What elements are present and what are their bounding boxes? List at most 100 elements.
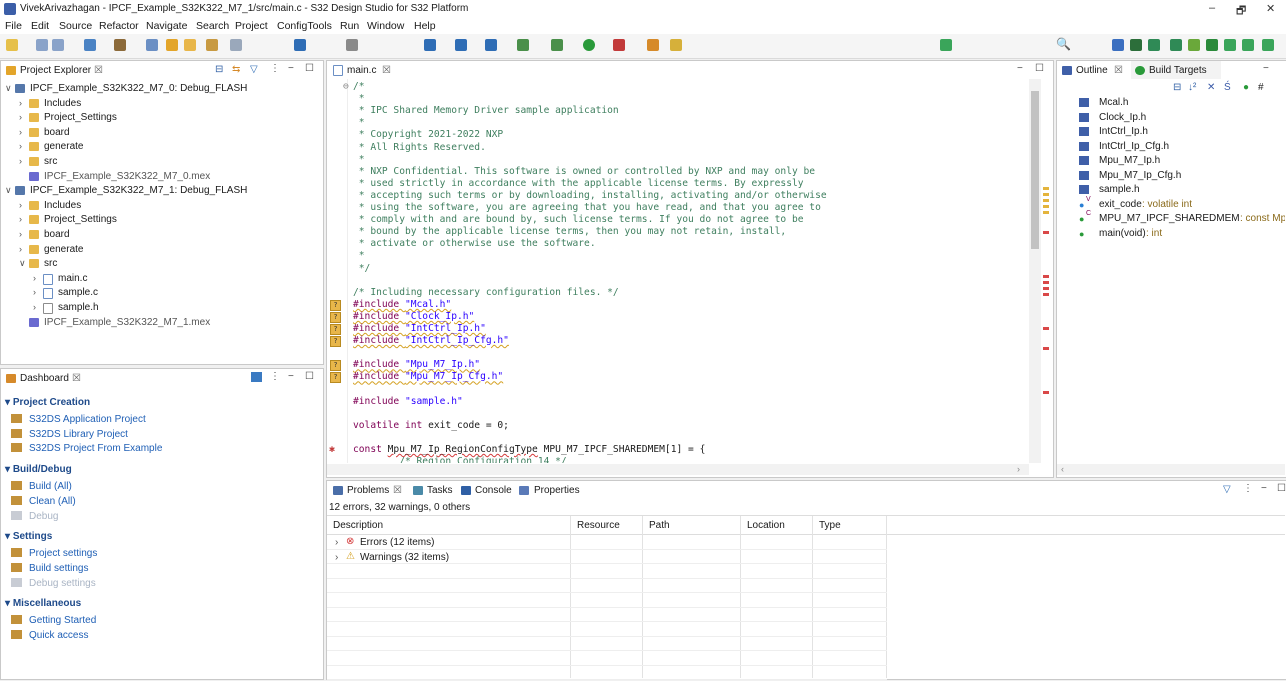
device-icon[interactable] bbox=[424, 39, 436, 51]
more-perspective-icon[interactable] bbox=[1262, 39, 1274, 51]
table-row[interactable]: › ⚠ Warnings (32 items) bbox=[327, 551, 571, 565]
tree-item[interactable]: › main.c bbox=[1, 272, 319, 286]
tab-outline[interactable]: Outline ☒ bbox=[1057, 61, 1129, 79]
tree-item[interactable]: › src bbox=[1, 155, 319, 169]
sort-icon[interactable]: ↓² bbox=[1188, 82, 1196, 93]
chevron-right-icon[interactable]: › bbox=[19, 127, 22, 137]
warning-marker-icon[interactable]: ? bbox=[330, 336, 341, 348]
error-marker-icon[interactable]: ✱ bbox=[329, 444, 335, 455]
tree-item[interactable]: › Includes bbox=[1, 97, 319, 111]
column-header[interactable]: Path bbox=[649, 520, 670, 531]
components-icon[interactable] bbox=[1224, 39, 1236, 51]
collapse-all-icon[interactable]: ⊟ bbox=[215, 64, 223, 75]
peripherals-icon[interactable] bbox=[1206, 39, 1218, 51]
dashboard-link[interactable]: Clean (All) bbox=[11, 495, 76, 507]
chevron-right-icon[interactable]: › bbox=[19, 244, 22, 254]
chevron-down-icon[interactable]: ∨ bbox=[19, 258, 26, 269]
tab-problems[interactable]: Problems ☒ bbox=[327, 481, 407, 499]
tree-item[interactable]: IPCF_Example_S32K322_M7_0.mex bbox=[1, 170, 319, 184]
table-row[interactable]: › ⊗ Errors (12 items) bbox=[327, 536, 571, 550]
maximize-view-icon[interactable]: ☐ bbox=[305, 371, 314, 382]
save-all-icon[interactable] bbox=[52, 39, 64, 51]
tree-item[interactable]: ∨ IPCF_Example_S32K322_M7_0: Debug_FLASH bbox=[1, 82, 319, 96]
open-type-icon[interactable] bbox=[206, 39, 218, 51]
tab-project-explorer[interactable]: Project Explorer ☒ bbox=[1, 61, 111, 79]
close-icon[interactable]: ☒ bbox=[382, 65, 391, 76]
chevron-right-icon[interactable]: › bbox=[335, 537, 338, 548]
chevron-right-icon[interactable]: › bbox=[19, 98, 22, 108]
dashboard-link[interactable]: S32DS Application Project bbox=[11, 414, 146, 425]
open-folder-icon[interactable] bbox=[184, 39, 196, 51]
tree-item[interactable]: › board bbox=[1, 126, 319, 140]
search-tool-icon[interactable] bbox=[647, 39, 659, 51]
editor-horizontal-scrollbar[interactable]: › bbox=[327, 464, 1029, 475]
view-menu-icon[interactable]: ⋮ bbox=[1243, 483, 1253, 494]
chevron-right-icon[interactable]: › bbox=[335, 552, 338, 563]
pin-icon[interactable] bbox=[1170, 39, 1182, 51]
dashboard-section-title[interactable]: ▾ Settings bbox=[5, 531, 52, 542]
maximize-view-icon[interactable]: ☐ bbox=[305, 63, 314, 74]
tree-item[interactable]: ∨ IPCF_Example_S32K322_M7_1: Debug_FLASH bbox=[1, 184, 319, 198]
warning-marker-icon[interactable]: ? bbox=[330, 299, 341, 311]
tree-item[interactable]: › Includes bbox=[1, 199, 319, 213]
run-icon[interactable] bbox=[583, 39, 595, 51]
view-menu-icon[interactable]: ⋮ bbox=[270, 371, 280, 382]
close-icon[interactable]: ☒ bbox=[72, 373, 81, 384]
new-folder-icon[interactable] bbox=[166, 39, 178, 51]
dashboard-link[interactable]: Project settings bbox=[11, 548, 97, 559]
outline-collapse-icon[interactable]: ⊟ bbox=[1173, 82, 1181, 93]
settings-icon[interactable] bbox=[84, 39, 96, 51]
chevron-down-icon[interactable]: ∨ bbox=[5, 83, 12, 94]
menu-navigate[interactable]: Navigate bbox=[146, 20, 187, 32]
dashboard-link[interactable]: S32DS Library Project bbox=[11, 428, 128, 440]
tree-item[interactable]: › Project_Settings bbox=[1, 213, 319, 227]
build-icon[interactable] bbox=[114, 39, 126, 51]
menu-configtools[interactable]: ConfigTools bbox=[277, 20, 332, 32]
warning-marker-icon[interactable]: ? bbox=[330, 324, 341, 335]
dashboard-refresh-icon[interactable] bbox=[251, 372, 262, 382]
minimize-button[interactable]: – bbox=[1209, 2, 1215, 14]
maximize-view-icon[interactable]: ☐ bbox=[1035, 63, 1044, 74]
chevron-right-icon[interactable]: › bbox=[33, 302, 36, 312]
minimize-view-icon[interactable]: − bbox=[1017, 63, 1023, 74]
hide-fields-icon[interactable]: ✕ bbox=[1207, 82, 1215, 93]
close-button[interactable]: ✕ bbox=[1266, 2, 1275, 15]
dashboard-link[interactable]: S32DS Project From Example bbox=[11, 443, 162, 454]
tree-item[interactable]: ∨ src bbox=[1, 257, 319, 271]
terminal-icon[interactable] bbox=[346, 39, 358, 51]
warning-marker-icon[interactable]: ? bbox=[330, 311, 341, 323]
scroll-right-icon[interactable]: › bbox=[1017, 464, 1020, 474]
menu-help[interactable]: Help bbox=[414, 20, 436, 32]
chevron-right-icon[interactable]: › bbox=[19, 214, 22, 224]
mcu-perspective-icon[interactable] bbox=[1148, 39, 1160, 51]
scrollbar-thumb[interactable] bbox=[1031, 91, 1039, 249]
scroll-left-icon[interactable]: ‹ bbox=[1061, 464, 1064, 474]
tree-item[interactable]: › generate bbox=[1, 243, 319, 257]
view-menu-icon[interactable]: ⋮ bbox=[270, 63, 280, 74]
column-header[interactable]: Resource bbox=[577, 520, 620, 531]
save-icon[interactable] bbox=[36, 39, 48, 51]
filter-icon[interactable]: ▽ bbox=[250, 64, 258, 75]
dashboard-link[interactable]: Build settings bbox=[11, 562, 88, 574]
menu-project[interactable]: Project bbox=[235, 20, 268, 32]
chevron-right-icon[interactable]: › bbox=[19, 112, 22, 122]
close-icon[interactable]: ☒ bbox=[1114, 65, 1123, 76]
config-icon[interactable] bbox=[485, 39, 497, 51]
tree-item[interactable]: › Project_Settings bbox=[1, 111, 319, 125]
hide-static-icon[interactable]: Ś bbox=[1224, 82, 1231, 93]
menu-run[interactable]: Run bbox=[340, 20, 359, 32]
tree-item[interactable]: › board bbox=[1, 228, 319, 242]
hide-nonpublic-icon[interactable]: ● bbox=[1243, 82, 1249, 93]
editor-vertical-scrollbar[interactable] bbox=[1029, 79, 1041, 463]
maximize-view-icon[interactable]: ☐ bbox=[1277, 483, 1286, 494]
column-header[interactable]: Type bbox=[819, 520, 841, 531]
warning-marker-icon[interactable]: ? bbox=[330, 360, 341, 372]
dashboard-section-title[interactable]: ▾ Miscellaneous bbox=[5, 598, 81, 609]
tab-properties[interactable]: Properties bbox=[517, 481, 587, 499]
minimize-view-icon[interactable]: − bbox=[1263, 63, 1269, 74]
chevron-down-icon[interactable]: ∨ bbox=[5, 185, 12, 196]
tab-build-targets[interactable]: Build Targets bbox=[1131, 61, 1221, 79]
link-editor-icon[interactable]: ⇆ bbox=[232, 64, 240, 75]
tree-item[interactable]: IPCF_Example_S32K322_M7_1.mex bbox=[1, 316, 319, 330]
menu-window[interactable]: Window bbox=[367, 20, 404, 32]
